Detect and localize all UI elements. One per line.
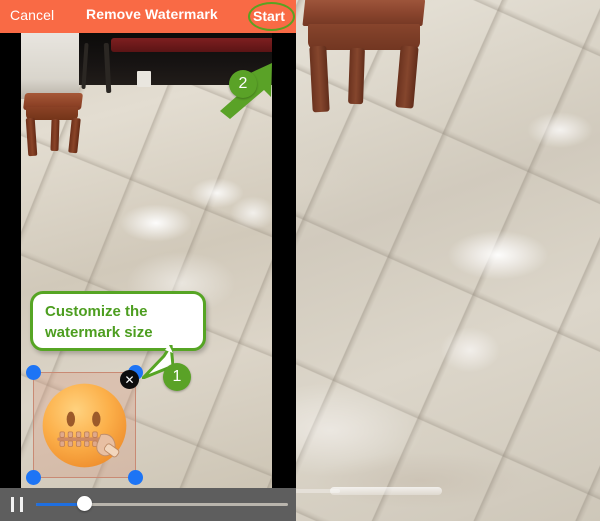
- watermark-selection[interactable]: [26, 365, 143, 485]
- background-progress-ghost: [330, 487, 442, 495]
- top-navigation-bar: Cancel Remove Watermark Start: [0, 0, 296, 33]
- seek-knob[interactable]: [77, 496, 92, 511]
- cancel-button[interactable]: Cancel: [10, 7, 54, 23]
- step-badge-1: 1: [163, 363, 191, 391]
- callout-text: Customize the watermark size: [45, 303, 153, 341]
- background-stool-leg: [309, 45, 330, 113]
- start-button[interactable]: Start: [248, 2, 295, 31]
- close-icon[interactable]: ✕: [120, 370, 139, 389]
- callout-bubble: Customize the watermark size: [30, 291, 206, 351]
- seek-fill: [36, 503, 82, 506]
- seek-slider[interactable]: [36, 496, 288, 511]
- app-frame: Cancel Remove Watermark Start 2 Customiz…: [0, 0, 296, 521]
- watermark-resize-handle-top-left[interactable]: [26, 365, 41, 380]
- step-badge-1-label: 1: [172, 368, 182, 385]
- video-stool-leg: [68, 117, 81, 154]
- start-highlight-ring: [248, 2, 295, 31]
- watermark-resize-handle-bottom-left[interactable]: [26, 470, 41, 485]
- background-stool-top: [302, 0, 426, 26]
- watermark-resize-handle-bottom-right[interactable]: [128, 470, 143, 485]
- step-badge-2-label: 2: [238, 75, 248, 92]
- step-badge-2: 2: [229, 70, 257, 98]
- background-stool-leg: [348, 47, 365, 105]
- background-stool-leg: [395, 45, 419, 109]
- zipper-mouth-face-emoji: [42, 383, 127, 468]
- close-icon-glyph: ✕: [124, 372, 135, 387]
- video-white-object: [137, 71, 151, 87]
- video-stool-leg: [25, 117, 38, 157]
- page-title: Remove Watermark: [86, 6, 218, 22]
- video-wall: [21, 33, 79, 99]
- screen-root: Cancel Remove Watermark Start 2 Customiz…: [0, 0, 600, 521]
- pause-icon[interactable]: [9, 497, 26, 512]
- video-red-sofa: [111, 38, 272, 52]
- video-stool-leg: [50, 118, 60, 152]
